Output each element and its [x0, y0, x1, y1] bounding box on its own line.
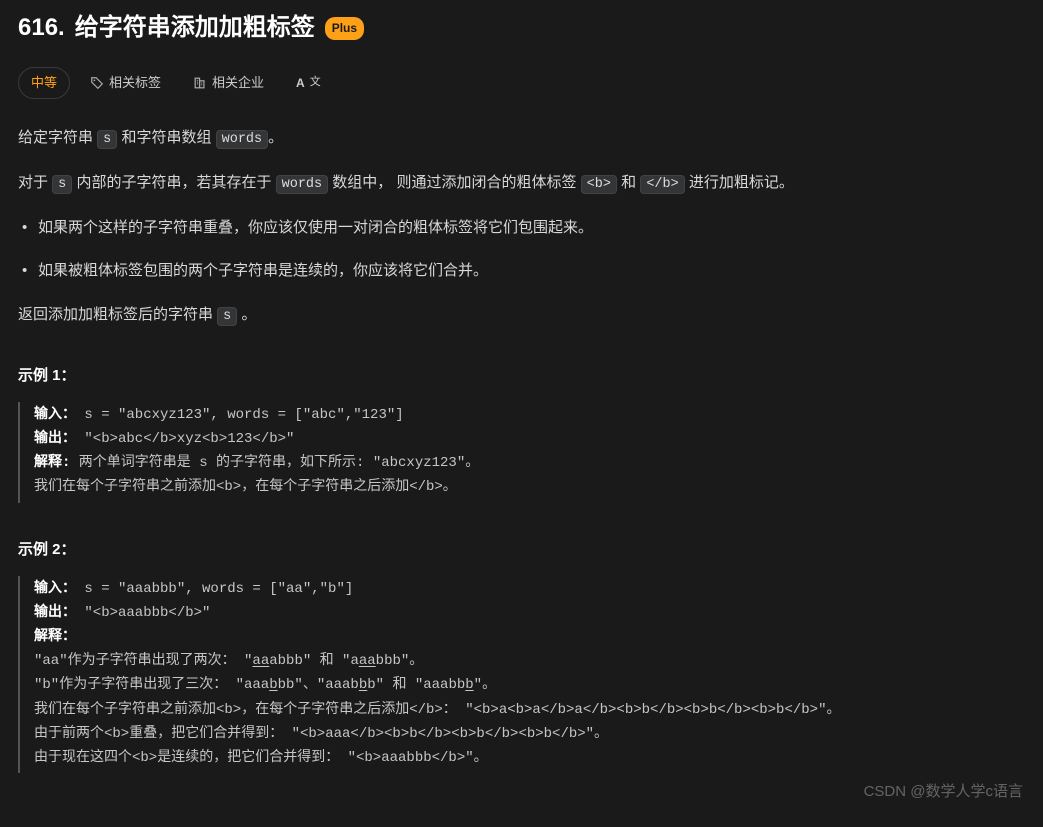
example-2-title: 示例 2：: [18, 537, 1025, 563]
explain-text: 两个单词字符串是 s 的子字符串，如下所示: "abcxyz123"。: [70, 455, 479, 471]
output-value: "<b>aaabbb</b>": [76, 605, 210, 621]
explain-label: 解释:: [34, 455, 70, 471]
watermark: CSDN @数学人学c语言: [864, 779, 1023, 805]
code-words: words: [216, 130, 269, 149]
explain-text: "b"作为子字符串出现了三次： "aaabbb"、"aaabbb" 和 "aaa…: [34, 674, 1025, 697]
meta-row: 中等 相关标签 相关企业 A文: [18, 67, 1025, 99]
building-icon: [193, 76, 207, 90]
example-1-title: 示例 1：: [18, 363, 1025, 389]
input-value: s = "aaabbb", words = ["aa","b"]: [76, 581, 353, 597]
input-label: 输入：: [34, 407, 76, 423]
example-1-block: 输入： s = "abcxyz123", words = ["abc","123…: [18, 402, 1025, 502]
code-words: words: [276, 175, 329, 194]
code-s: s: [217, 307, 237, 326]
related-tags-label: 相关标签: [109, 72, 161, 94]
explain-text: 我们在每个子字符串之前添加<b>，在每个子字符串之后添加</b>。: [34, 476, 1025, 499]
problem-title: 给字符串添加加粗标签: [75, 8, 315, 49]
code-s: s: [52, 175, 72, 194]
code-s: s: [97, 130, 117, 149]
problem-number: 616.: [18, 8, 65, 49]
output-value: "<b>abc</b>xyz<b>123</b>": [76, 431, 294, 447]
related-tags-pill[interactable]: 相关标签: [78, 68, 173, 98]
bullet-item: 如果两个这样的子字符串重叠，你应该仅使用一对闭合的粗体标签将它们包围起来。: [18, 215, 1025, 241]
explain-text: "aa"作为子字符串出现了两次： "aaabbb" 和 "aaabbb"。: [34, 650, 1025, 673]
related-companies-label: 相关企业: [212, 72, 264, 94]
explain-text: 由于前两个<b>重叠，把它们合并得到： "<b>aaa</b><b>b</b><…: [34, 723, 1025, 746]
translate-pill[interactable]: A文: [284, 69, 333, 97]
plus-badge: Plus: [325, 17, 364, 39]
desc-para-1: 给定字符串 s 和字符串数组 words。: [18, 125, 1025, 152]
bullet-item: 如果被粗体标签包围的两个子字符串是连续的，你应该将它们合并。: [18, 258, 1025, 284]
explain-text: 由于现在这四个<b>是连续的，把它们合并得到： "<b>aaabbb</b>"。: [34, 747, 1025, 770]
desc-para-2: 对于 s 内部的子字符串，若其存在于 words 数组中， 则通过添加闭合的粗体…: [18, 170, 1025, 197]
desc-bullets: 如果两个这样的子字符串重叠，你应该仅使用一对闭合的粗体标签将它们包围起来。 如果…: [18, 215, 1025, 284]
code-b-close: </b>: [640, 175, 684, 194]
input-value: s = "abcxyz123", words = ["abc","123"]: [76, 407, 404, 423]
difficulty-pill[interactable]: 中等: [18, 67, 70, 99]
explain-text: 我们在每个子字符串之前添加<b>，在每个子字符串之后添加</b>： "<b>a<…: [34, 699, 1025, 722]
code-b-open: <b>: [581, 175, 617, 194]
title-row: 616. 给字符串添加加粗标签 Plus: [18, 8, 1025, 49]
desc-para-3: 返回添加加粗标签后的字符串 s 。: [18, 302, 1025, 329]
related-companies-pill[interactable]: 相关企业: [181, 68, 276, 98]
input-label: 输入：: [34, 581, 76, 597]
output-label: 输出：: [34, 605, 76, 621]
output-label: 输出：: [34, 431, 76, 447]
tag-icon: [90, 76, 104, 90]
explain-label: 解释：: [34, 629, 76, 645]
example-2-block: 输入： s = "aaabbb", words = ["aa","b"] 输出：…: [18, 576, 1025, 773]
